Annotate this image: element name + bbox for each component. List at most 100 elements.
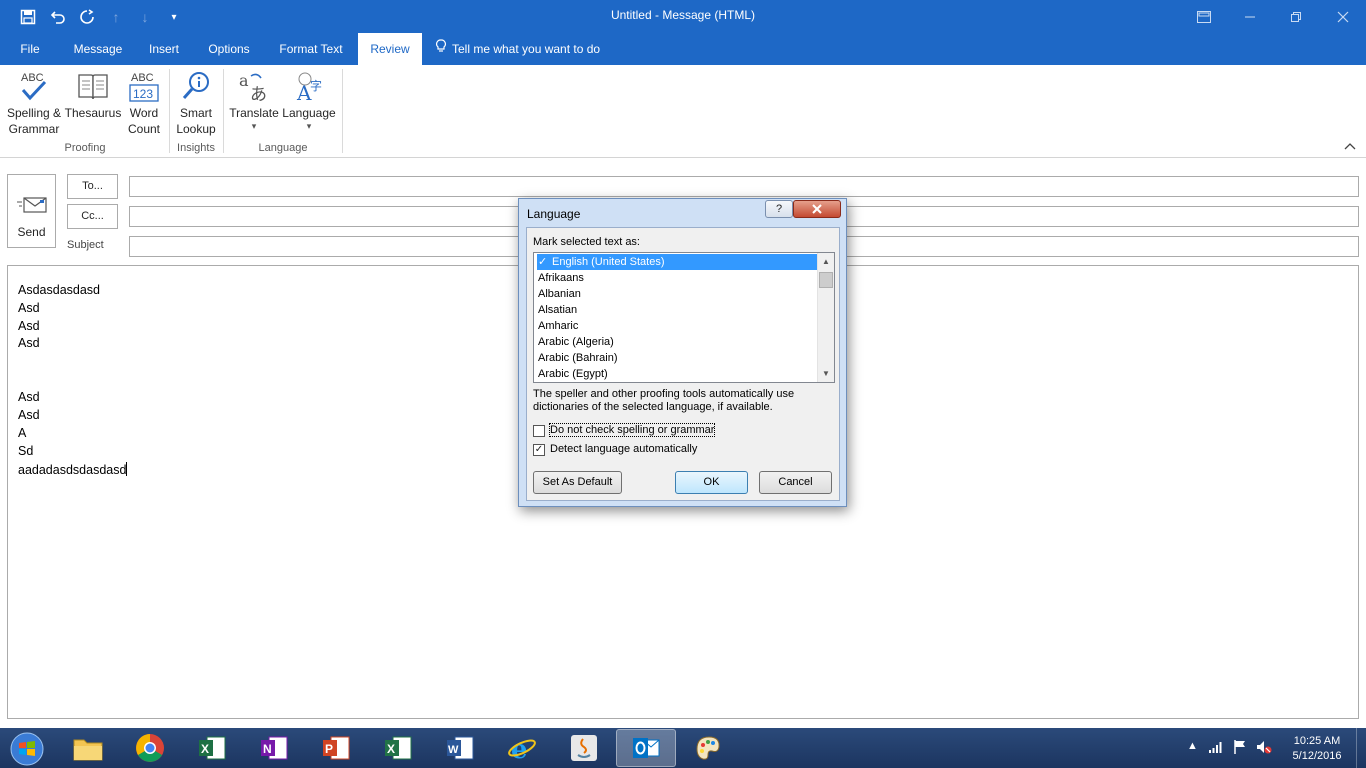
language-option[interactable]: Afrikaans	[537, 270, 817, 286]
scroll-up-arrow-icon[interactable]: ▲	[818, 253, 834, 270]
mark-selected-label: Mark selected text as:	[533, 236, 640, 248]
smart-lookup-label-1: Smart	[179, 106, 212, 120]
svg-text:あ: あ	[250, 85, 267, 104]
close-icon[interactable]	[1320, 0, 1366, 33]
dialog-close-button[interactable]	[793, 200, 841, 218]
listbox-scrollbar[interactable]: ▲ ▼	[817, 253, 834, 382]
body-line-last: aadadasdsdasdasd	[18, 462, 128, 477]
svg-text:X: X	[201, 742, 209, 756]
smart-lookup-label-2: Lookup	[176, 122, 216, 136]
do-not-check-label[interactable]: Do not check spelling or grammar	[548, 423, 716, 437]
tab-format-text[interactable]: Format Text	[270, 33, 352, 65]
show-hidden-icons-icon[interactable]: ▲	[1187, 740, 1198, 752]
language-listbox[interactable]: ✓ English (United States) Afrikaans Alban…	[533, 252, 835, 383]
taskbar-excel-2013[interactable]: X	[182, 729, 242, 767]
word-count-icon: ABC 123	[122, 69, 166, 105]
title-bar: ↑ ↓ ▾ Untitled - Message (HTML)	[0, 0, 1366, 33]
language-option[interactable]: Arabic (Algeria)	[537, 334, 817, 350]
word-count-label-2: Count	[127, 122, 161, 136]
translate-icon: aあ	[226, 69, 282, 105]
tab-options[interactable]: Options	[200, 33, 258, 65]
tab-review[interactable]: Review	[358, 33, 422, 65]
powerpoint-icon: P	[323, 736, 350, 760]
tell-me-text: Tell me what you want to do	[452, 42, 601, 56]
network-signal-icon[interactable]	[1208, 741, 1224, 756]
language-icon: A字	[282, 69, 336, 105]
spelling-label-2: Grammar	[8, 122, 60, 136]
volume-muted-icon[interactable]	[1256, 740, 1272, 757]
thesaurus-button[interactable]: Thesaurus	[64, 69, 122, 121]
thesaurus-label: Thesaurus	[64, 106, 122, 120]
body-line: Sd	[18, 444, 34, 458]
taskbar-paint[interactable]	[678, 729, 738, 767]
send-button[interactable]: Send	[7, 174, 56, 248]
taskbar-word[interactable]: W	[430, 729, 490, 767]
show-desktop-button[interactable]	[1356, 728, 1366, 768]
taskbar-outlook[interactable]	[616, 729, 676, 767]
language-option[interactable]: Albanian	[537, 286, 817, 302]
taskbar-clock[interactable]: 10:25 AM 5/12/2016	[1282, 734, 1352, 764]
paint-icon	[696, 736, 720, 760]
group-label-language: Language	[258, 142, 308, 154]
action-center-flag-icon[interactable]	[1233, 739, 1247, 758]
word-count-number-glyph: 123	[133, 87, 153, 101]
taskbar-chrome[interactable]	[120, 729, 180, 767]
close-x-icon	[812, 204, 822, 214]
spell-check-icon: ✓	[538, 256, 548, 268]
taskbar-powerpoint[interactable]: P	[306, 729, 366, 767]
do-not-check-checkbox[interactable]	[533, 425, 545, 437]
translate-dropdown-icon: ▾	[251, 121, 257, 131]
minimize-icon[interactable]	[1227, 0, 1273, 33]
taskbar-file-explorer[interactable]	[58, 729, 118, 767]
translate-button[interactable]: aあ Translate ▾	[226, 69, 282, 131]
smart-lookup-button[interactable]: Smart Lookup	[172, 69, 220, 137]
group-label-insights: Insights	[177, 142, 215, 154]
detect-language-label[interactable]: Detect language automatically	[550, 443, 697, 455]
spell-check-icon: ABC	[4, 69, 64, 105]
word-count-button[interactable]: ABC 123 Word Count	[122, 69, 166, 137]
to-button[interactable]: To...	[67, 174, 118, 199]
taskbar-excel[interactable]: X	[368, 729, 428, 767]
spelling-grammar-button[interactable]: ABC Spelling & Grammar	[4, 69, 64, 137]
cc-button[interactable]: Cc...	[67, 204, 118, 229]
tell-me-search[interactable]: Tell me what you want to do	[436, 33, 600, 65]
excel-icon: X	[385, 736, 412, 760]
dialog-title: Language	[527, 207, 581, 221]
scroll-down-arrow-icon[interactable]: ▼	[818, 365, 834, 382]
dialog-client: Mark selected text as: ✓ English (United …	[526, 227, 840, 501]
body-line: Asd	[18, 301, 40, 315]
ribbon-separator	[169, 69, 170, 153]
language-option[interactable]: Arabic (Egypt)	[537, 366, 817, 382]
restore-icon[interactable]	[1273, 0, 1319, 33]
taskbar-java[interactable]	[554, 729, 614, 767]
cancel-button[interactable]: Cancel	[759, 471, 832, 494]
to-field[interactable]	[129, 176, 1359, 197]
smart-lookup-icon	[172, 69, 220, 105]
language-option-selected[interactable]: ✓ English (United States)	[537, 254, 817, 270]
taskbar-internet-explorer[interactable]: e	[492, 729, 552, 767]
detect-language-checkbox[interactable]: ✓	[533, 444, 545, 456]
set-as-default-button[interactable]: Set As Default	[533, 471, 622, 494]
language-label: Language	[282, 106, 336, 120]
body-line: Asd	[18, 390, 40, 404]
language-option[interactable]: Alsatian	[537, 302, 817, 318]
java-icon	[571, 735, 597, 761]
scrollbar-thumb[interactable]	[819, 272, 833, 288]
svg-text:N: N	[263, 742, 272, 756]
window-title: Untitled - Message (HTML)	[610, 8, 756, 22]
start-button[interactable]	[6, 731, 48, 767]
tab-file[interactable]: File	[10, 33, 50, 65]
book-icon	[64, 69, 122, 105]
send-icon	[16, 195, 48, 220]
language-option[interactable]: Arabic (Bahrain)	[537, 350, 817, 366]
ribbon-display-options-icon[interactable]	[1181, 0, 1227, 33]
tab-message[interactable]: Message	[68, 33, 128, 65]
language-option[interactable]: Amharic	[537, 318, 817, 334]
help-button[interactable]: ?	[765, 200, 793, 218]
ok-button[interactable]: OK	[675, 471, 748, 494]
collapse-ribbon-icon[interactable]	[1344, 141, 1356, 153]
svg-text:P: P	[325, 742, 333, 756]
tab-insert[interactable]: Insert	[140, 33, 188, 65]
language-button[interactable]: A字 Language ▾	[282, 69, 336, 131]
taskbar-onenote[interactable]: N	[244, 729, 304, 767]
